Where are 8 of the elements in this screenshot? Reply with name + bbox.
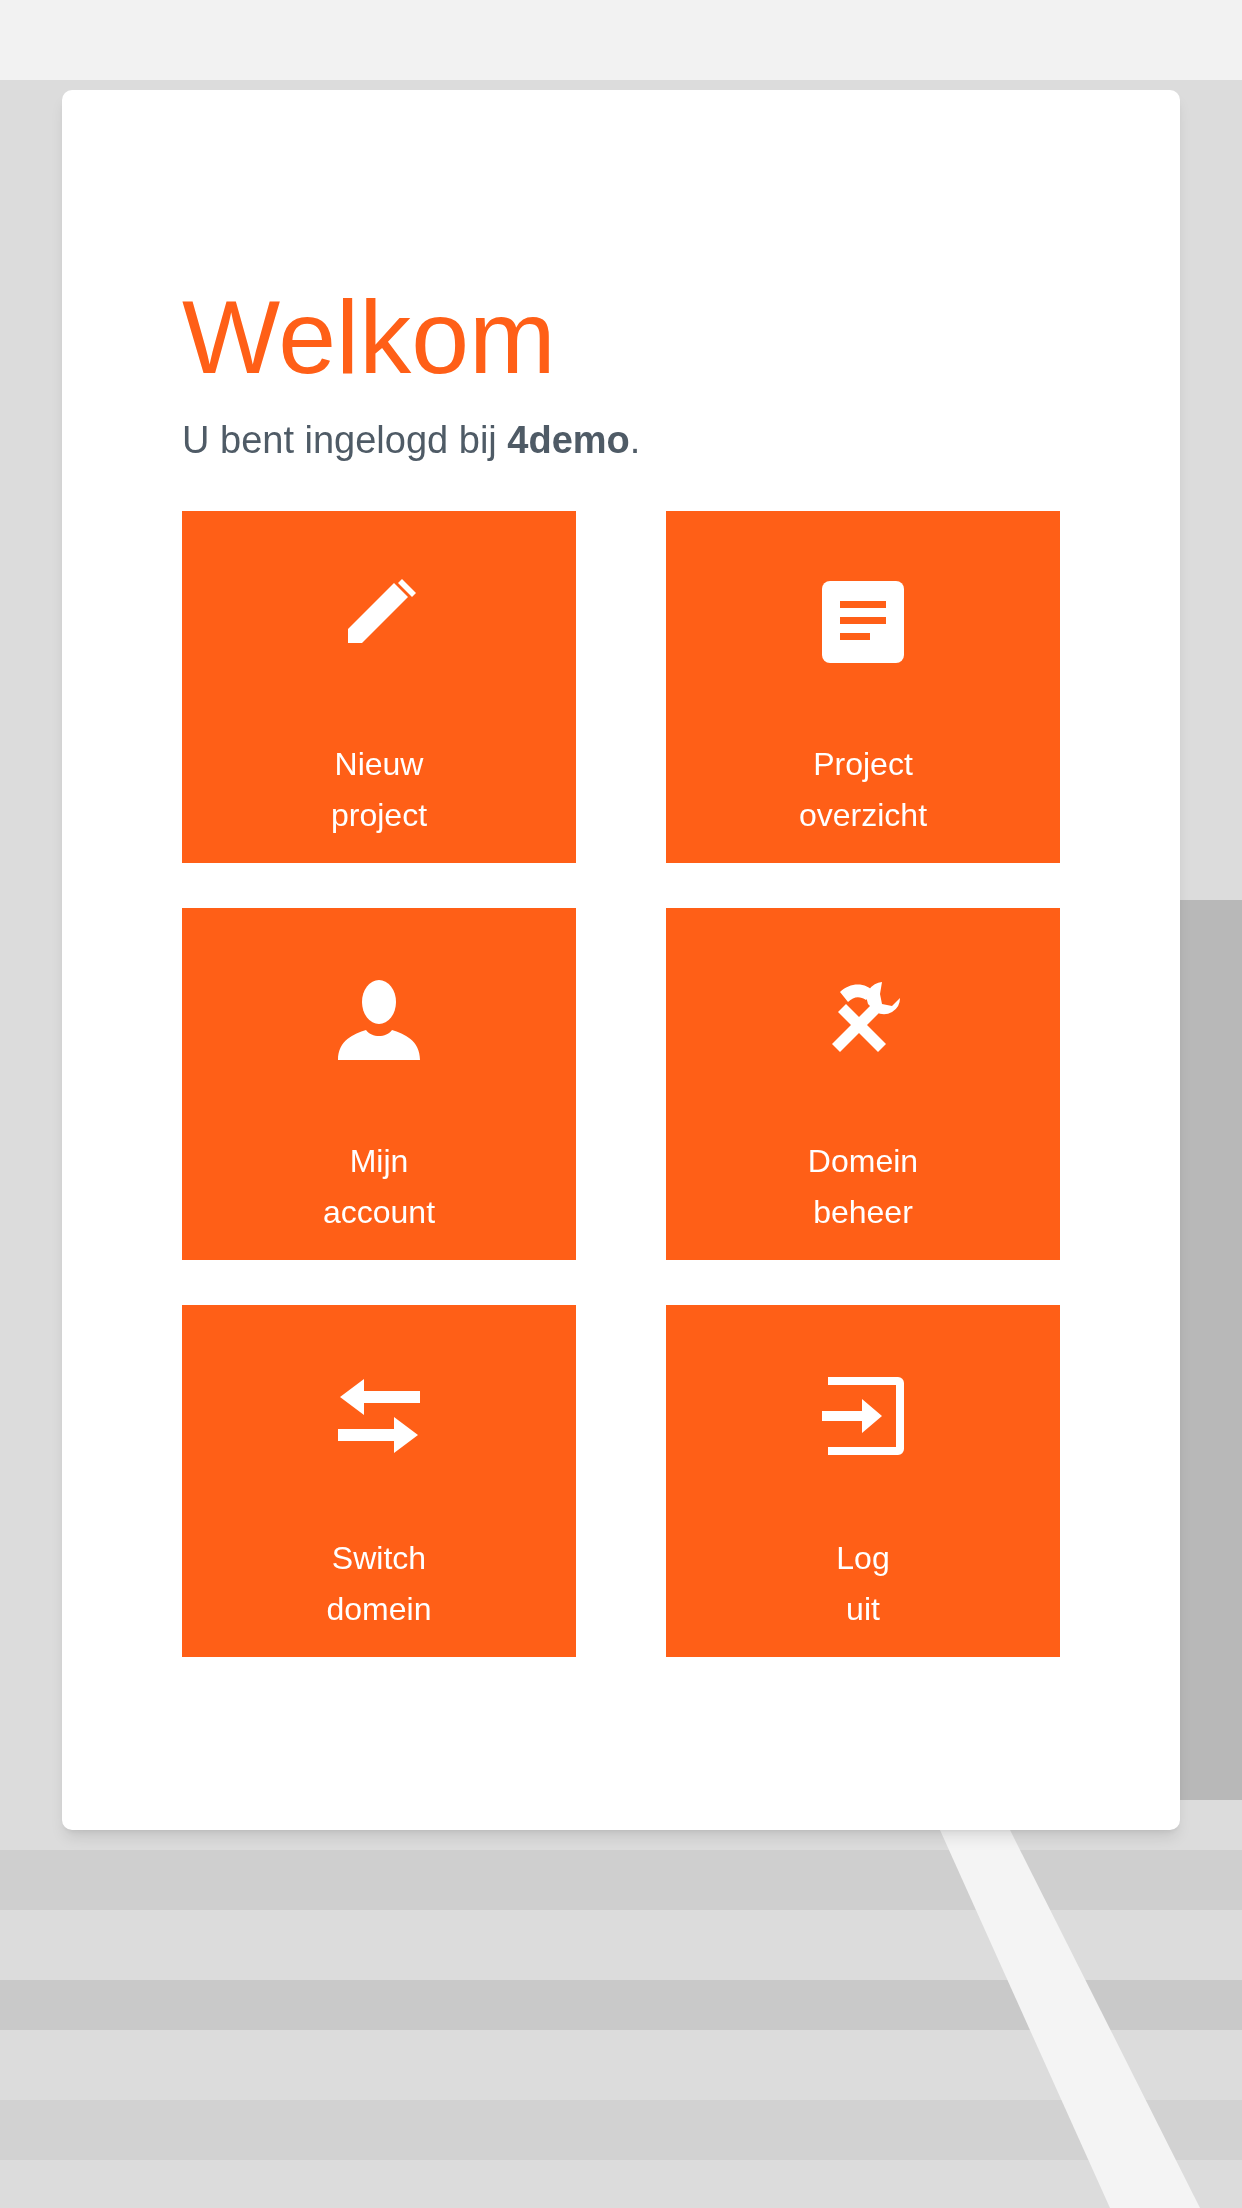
login-info: U bent ingelogd bij 4demo. (182, 418, 641, 464)
menu-tile[interactable]: Project overzicht (666, 511, 1060, 864)
page-title: Welkom (182, 280, 556, 395)
menu-tile[interactable]: Domein beheer (666, 908, 1060, 1261)
menu-tile[interactable]: Mijn account (182, 908, 576, 1261)
menu-tile[interactable]: Switch domein (182, 1305, 576, 1658)
menu-tile[interactable]: Nieuw project (182, 511, 576, 864)
menu-tile[interactable]: Log uit (666, 1305, 1060, 1658)
